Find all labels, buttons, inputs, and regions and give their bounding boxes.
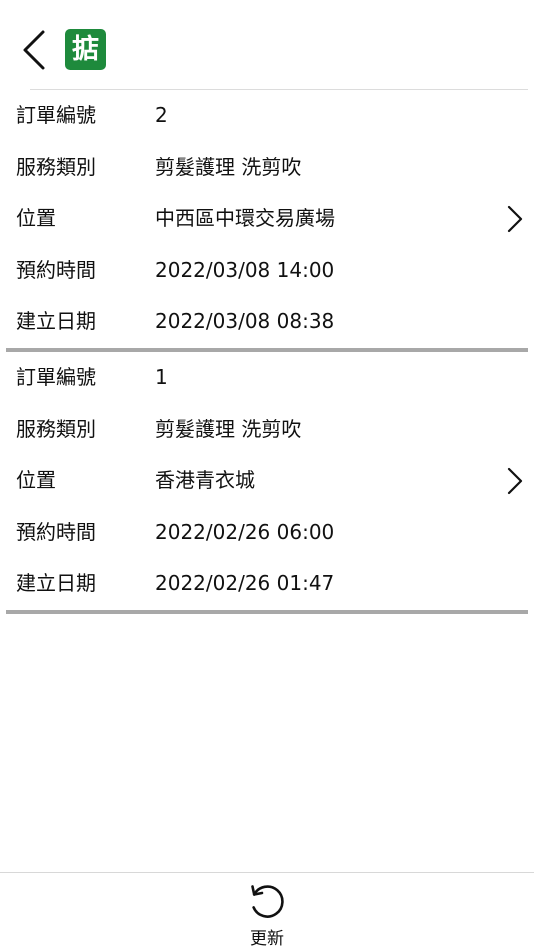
service-type-value: 剪髮護理 洗剪吹 <box>155 416 302 441</box>
order-number-row: 訂單編號 1 <box>0 352 534 404</box>
appointment-time-row: 預約時間 2022/03/08 14:00 <box>0 245 534 297</box>
back-button[interactable] <box>16 28 50 72</box>
location-label: 位置 <box>16 206 56 231</box>
location-row[interactable]: 位置 香港青衣城 <box>0 455 534 507</box>
order-number-value: 2 <box>155 103 168 127</box>
created-date-label: 建立日期 <box>16 309 96 334</box>
order-card: 訂單編號 1 服務類別 剪髮護理 洗剪吹 位置 香港青衣城 預約時間 2022/… <box>0 352 534 614</box>
chevron-right-icon[interactable] <box>506 467 524 495</box>
app-logo: 掂 <box>65 29 106 70</box>
order-number-label: 訂單編號 <box>16 364 96 389</box>
order-number-label: 訂單編號 <box>16 103 96 127</box>
appointment-time-value: 2022/02/26 06:00 <box>155 519 335 544</box>
service-type-label: 服務類別 <box>16 416 96 441</box>
order-list: 訂單編號 2 服務類別 剪髮護理 洗剪吹 位置 中西區中環交易廣場 預約時間 2… <box>0 90 534 614</box>
chevron-right-icon[interactable] <box>506 205 524 233</box>
created-date-row: 建立日期 2022/03/08 08:38 <box>0 296 534 348</box>
chevron-left-icon <box>23 30 45 70</box>
footer-divider <box>0 872 534 873</box>
appointment-time-label: 預約時間 <box>16 257 96 282</box>
service-type-row: 服務類別 剪髮護理 洗剪吹 <box>0 404 534 456</box>
bottom-toolbar: 更新 <box>0 872 534 950</box>
location-value: 香港青衣城 <box>155 468 255 493</box>
appointment-time-label: 預約時間 <box>16 519 96 544</box>
refresh-label: 更新 <box>250 929 284 949</box>
location-row[interactable]: 位置 中西區中環交易廣場 <box>0 193 534 245</box>
location-label: 位置 <box>16 468 56 493</box>
order-divider <box>6 609 528 614</box>
location-value: 中西區中環交易廣場 <box>155 206 335 231</box>
order-card: 訂單編號 2 服務類別 剪髮護理 洗剪吹 位置 中西區中環交易廣場 預約時間 2… <box>0 90 534 352</box>
refresh-button[interactable]: 更新 <box>227 880 307 949</box>
created-date-value: 2022/02/26 01:47 <box>155 571 335 596</box>
appointment-time-row: 預約時間 2022/02/26 06:00 <box>0 507 534 559</box>
created-date-row: 建立日期 2022/02/26 01:47 <box>0 558 534 610</box>
created-date-label: 建立日期 <box>16 571 96 596</box>
appointment-time-value: 2022/03/08 14:00 <box>155 257 335 282</box>
service-type-label: 服務類別 <box>16 154 96 179</box>
order-number-row: 訂單編號 2 <box>0 90 534 142</box>
refresh-icon <box>251 885 284 918</box>
created-date-value: 2022/03/08 08:38 <box>155 309 335 334</box>
order-number-value: 1 <box>155 364 168 389</box>
service-type-row: 服務類別 剪髮護理 洗剪吹 <box>0 142 534 194</box>
service-type-value: 剪髮護理 洗剪吹 <box>155 154 302 179</box>
app-header: 掂 <box>0 0 534 90</box>
